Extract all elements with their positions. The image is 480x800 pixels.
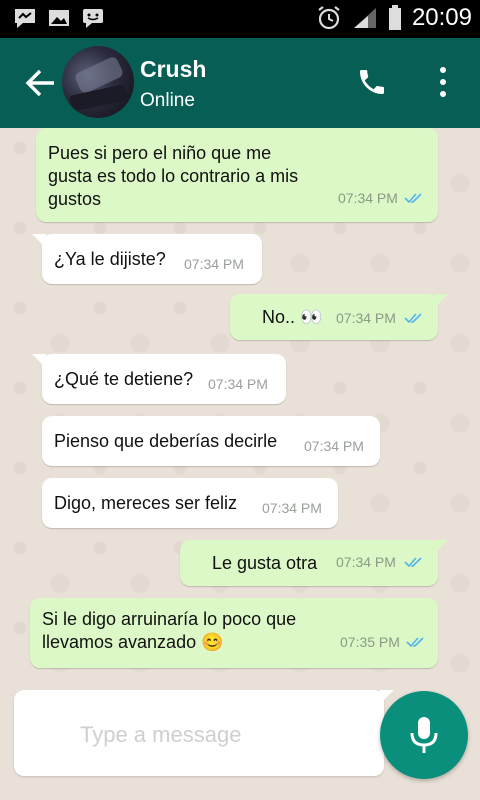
message-text: Le gusta otra [212, 553, 318, 573]
message-text: Pues si pero el niño que me gusta es tod… [48, 143, 299, 209]
message-text: Pienso que deberías decirle [54, 431, 278, 451]
message-notification-icon [15, 9, 35, 28]
read-receipt-icon [404, 313, 422, 324]
message-bubble-outgoing[interactable]: Si le digo arruinaría lo poco que llevam… [30, 598, 438, 668]
phone-call-icon[interactable] [356, 66, 388, 98]
message-time: 07:34 PM [338, 190, 398, 206]
message-time: 07:35 PM [340, 634, 400, 650]
voice-record-button[interactable] [380, 691, 468, 779]
alarm-icon [318, 6, 340, 30]
back-arrow-icon[interactable] [24, 66, 58, 100]
message-text: ¿Ya le dijiste? [54, 249, 166, 269]
contact-avatar[interactable] [62, 46, 134, 118]
chat-header: Crush Online [0, 38, 480, 128]
message-bubble-incoming[interactable]: ¿Qué te detiene? 07:34 PM [32, 354, 286, 404]
battery-icon [388, 5, 401, 30]
message-bubble-incoming[interactable]: Digo, mereces ser feliz 07:34 PM [42, 478, 338, 528]
message-text: Digo, mereces ser feliz [54, 493, 238, 513]
message-bubble-outgoing[interactable]: Le gusta otra 07:34 PM [180, 540, 448, 586]
message-time: 07:34 PM [262, 500, 322, 516]
message-text: No.. 👀 [262, 307, 323, 327]
message-time: 07:34 PM [336, 554, 396, 570]
image-notification-icon [49, 10, 69, 26]
microphone-icon [410, 717, 438, 753]
message-bubble-incoming[interactable]: ¿Ya le dijiste? 07:34 PM [32, 234, 262, 284]
chat-notification-icon [83, 9, 103, 28]
message-bubble-incoming[interactable]: Pienso que deberías decirle 07:34 PM [42, 416, 380, 466]
message-time: 07:34 PM [304, 438, 364, 454]
contact-name[interactable]: Crush [140, 56, 206, 83]
contact-status: Online [140, 90, 195, 111]
message-bubble-outgoing[interactable]: Pues si pero el niño que me gusta es tod… [36, 128, 438, 222]
message-list[interactable]: Pues si pero el niño que me gusta es tod… [0, 128, 480, 688]
message-text: Si le digo arruinaría lo poco que llevam… [42, 609, 297, 652]
read-receipt-icon [404, 193, 422, 204]
read-receipt-icon [404, 557, 422, 568]
message-text: ¿Qué te detiene? [54, 369, 194, 389]
clock-time: 20:09 [411, 4, 472, 31]
message-bubble-outgoing[interactable]: No.. 👀 07:34 PM [230, 294, 448, 340]
signal-icon [353, 8, 376, 28]
read-receipt-icon [406, 637, 424, 648]
message-time: 07:34 PM [184, 256, 244, 272]
status-bar: 20:09 [0, 0, 480, 38]
message-time: 07:34 PM [336, 310, 396, 326]
message-time: 07:34 PM [208, 376, 268, 392]
message-input-placeholder: Type a message [80, 722, 242, 747]
more-options-icon[interactable] [434, 64, 452, 100]
message-input[interactable]: Type a message [14, 690, 394, 776]
